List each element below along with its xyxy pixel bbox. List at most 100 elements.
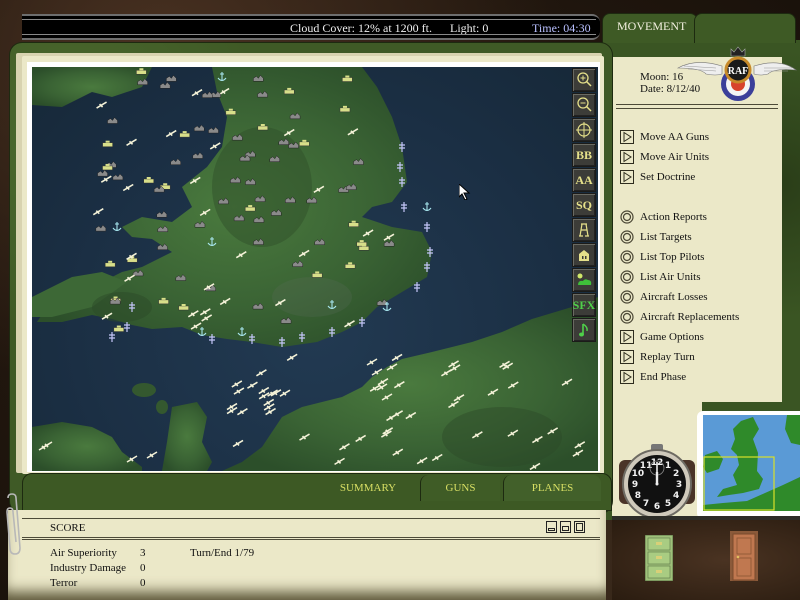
aircraft-unit-icon[interactable] <box>391 353 403 362</box>
airfield-icon[interactable] <box>97 169 108 177</box>
menu-item-replay-turn[interactable]: Replay Turn <box>620 350 695 364</box>
clock-number: 3 <box>676 480 682 490</box>
score-title: SCORE <box>50 522 86 534</box>
aircraft-unit-icon[interactable] <box>256 369 267 377</box>
maximize-panel-button[interactable] <box>574 521 585 533</box>
aa-gun-icon[interactable] <box>104 260 116 268</box>
aircraft-unit-icon[interactable] <box>209 142 221 150</box>
port-anchor-icon[interactable] <box>112 222 122 232</box>
menu-item-game-options[interactable]: Game Options <box>620 330 704 344</box>
aircraft-unit-icon[interactable] <box>191 89 203 97</box>
aircraft-unit-icon[interactable] <box>265 407 276 416</box>
restore-panel-button[interactable] <box>560 521 571 533</box>
menu-item-label: Aircraft Replacements <box>640 311 740 323</box>
maximize-icon <box>576 523 583 531</box>
aircraft-unit-icon[interactable] <box>366 358 378 366</box>
strategic-map[interactable] <box>32 67 598 471</box>
aircraft-unit-icon[interactable] <box>237 407 248 416</box>
airfield-icon[interactable] <box>107 117 118 124</box>
menu-item-set-doctrine[interactable]: Set Doctrine <box>620 170 695 184</box>
aa-gun-icon[interactable] <box>113 325 125 332</box>
aircraft-unit-icon[interactable] <box>286 353 298 362</box>
zoom-out-button[interactable] <box>572 93 596 117</box>
radio-circle-icon <box>620 250 634 264</box>
menu-item-list-targets[interactable]: List Targets <box>620 230 692 244</box>
aircraft-unit-icon[interactable] <box>96 101 107 109</box>
aa-filter-button[interactable]: AA <box>572 168 596 192</box>
sfx-toggle-button[interactable]: SFX <box>572 293 596 317</box>
aircraft-unit-icon[interactable] <box>258 386 270 395</box>
aircraft-unit-icon[interactable] <box>232 439 244 448</box>
building-icon <box>579 250 589 261</box>
radar-filter-button[interactable] <box>572 218 596 242</box>
menu-item-list-top-pilots[interactable]: List Top Pilots <box>620 250 704 264</box>
play-triangle-icon <box>620 350 634 364</box>
tab-planes[interactable]: PLANES <box>503 475 601 501</box>
industry-filter-button[interactable] <box>572 243 596 267</box>
radar-station-icon[interactable] <box>109 332 115 342</box>
score-value-industry-damage: 0 <box>140 562 146 574</box>
music-note-icon <box>579 323 588 337</box>
radar-station-icon[interactable] <box>424 222 430 232</box>
menu-item-list-air-units[interactable]: List Air Units <box>620 270 701 284</box>
play-triangle-icon <box>620 170 634 184</box>
airfield-icon[interactable] <box>202 91 213 98</box>
menu-item-label: Action Reports <box>640 211 707 223</box>
sq-filter-button[interactable]: SQ <box>572 193 596 217</box>
weather-icon <box>577 273 592 285</box>
menu-item-end-phase[interactable]: End Phase <box>620 370 686 384</box>
center-map-button[interactable] <box>572 118 596 142</box>
port-anchor-icon[interactable] <box>422 202 432 212</box>
minimize-panel-button[interactable] <box>546 521 557 533</box>
menu-item-label: Set Doctrine <box>640 171 696 183</box>
file-cabinet-icon[interactable] <box>645 535 673 581</box>
airfield-icon[interactable] <box>166 74 177 82</box>
airfield-icon[interactable] <box>193 124 205 132</box>
menu-item-label: End Phase <box>640 371 687 383</box>
aa-gun-icon[interactable] <box>143 177 154 184</box>
mouse-cursor-icon <box>459 184 471 200</box>
aircraft-unit-icon[interactable] <box>279 389 291 397</box>
exit-door-icon[interactable] <box>730 531 758 581</box>
aircraft-unit-icon[interactable] <box>231 380 243 388</box>
paperclip-icon <box>6 493 21 555</box>
airfield-icon[interactable] <box>95 224 107 232</box>
aa-gun-icon[interactable] <box>102 140 113 147</box>
turn-counter: Turn/End 1/79 <box>190 547 255 559</box>
airfield-icon[interactable] <box>112 173 124 181</box>
radar-station-icon[interactable] <box>401 202 407 212</box>
airfield-icon[interactable] <box>192 152 204 159</box>
aircraft-unit-icon[interactable] <box>100 175 112 183</box>
menu-item-label: List Targets <box>640 231 692 243</box>
aircraft-unit-icon[interactable] <box>92 207 104 216</box>
aircraft-unit-icon[interactable] <box>146 451 158 459</box>
aircraft-unit-icon[interactable] <box>233 387 245 395</box>
menu-item-aircraft-losses[interactable]: Aircraft Losses <box>620 290 708 304</box>
menu-item-move-aa-guns[interactable]: Move AA Guns <box>620 130 709 144</box>
minimap[interactable] <box>703 415 800 511</box>
score-label-terror: Terror <box>50 577 78 589</box>
crosshair-icon <box>576 122 592 138</box>
airfield-icon[interactable] <box>156 210 168 218</box>
aa-gun-icon[interactable] <box>179 131 190 138</box>
tab-guns[interactable]: GUNS <box>420 475 500 501</box>
menu-item-move-air-units[interactable]: Move Air Units <box>620 150 709 164</box>
zoom-out-icon <box>577 97 592 112</box>
bb-filter-button[interactable]: BB <box>572 143 596 167</box>
clock-number: 7 <box>643 499 649 509</box>
zoom-in-button[interactable] <box>572 68 596 92</box>
aircraft-unit-icon[interactable] <box>247 381 258 389</box>
aircraft-unit-icon[interactable] <box>165 129 177 138</box>
aircraft-unit-icon[interactable] <box>122 183 134 192</box>
airfield-icon[interactable] <box>159 81 171 89</box>
menu-item-aircraft-replacements[interactable]: Aircraft Replacements <box>620 310 739 324</box>
airfield-icon[interactable] <box>208 126 219 134</box>
airfield-icon[interactable] <box>170 158 181 165</box>
tab-summary[interactable]: SUMMARY <box>326 475 410 501</box>
aircraft-unit-icon[interactable] <box>126 138 137 146</box>
divider <box>616 108 778 109</box>
play-triangle-icon <box>620 150 634 164</box>
music-toggle-button[interactable] <box>572 318 596 342</box>
weather-filter-button[interactable] <box>572 268 596 292</box>
menu-item-action-reports[interactable]: Action Reports <box>620 210 707 224</box>
